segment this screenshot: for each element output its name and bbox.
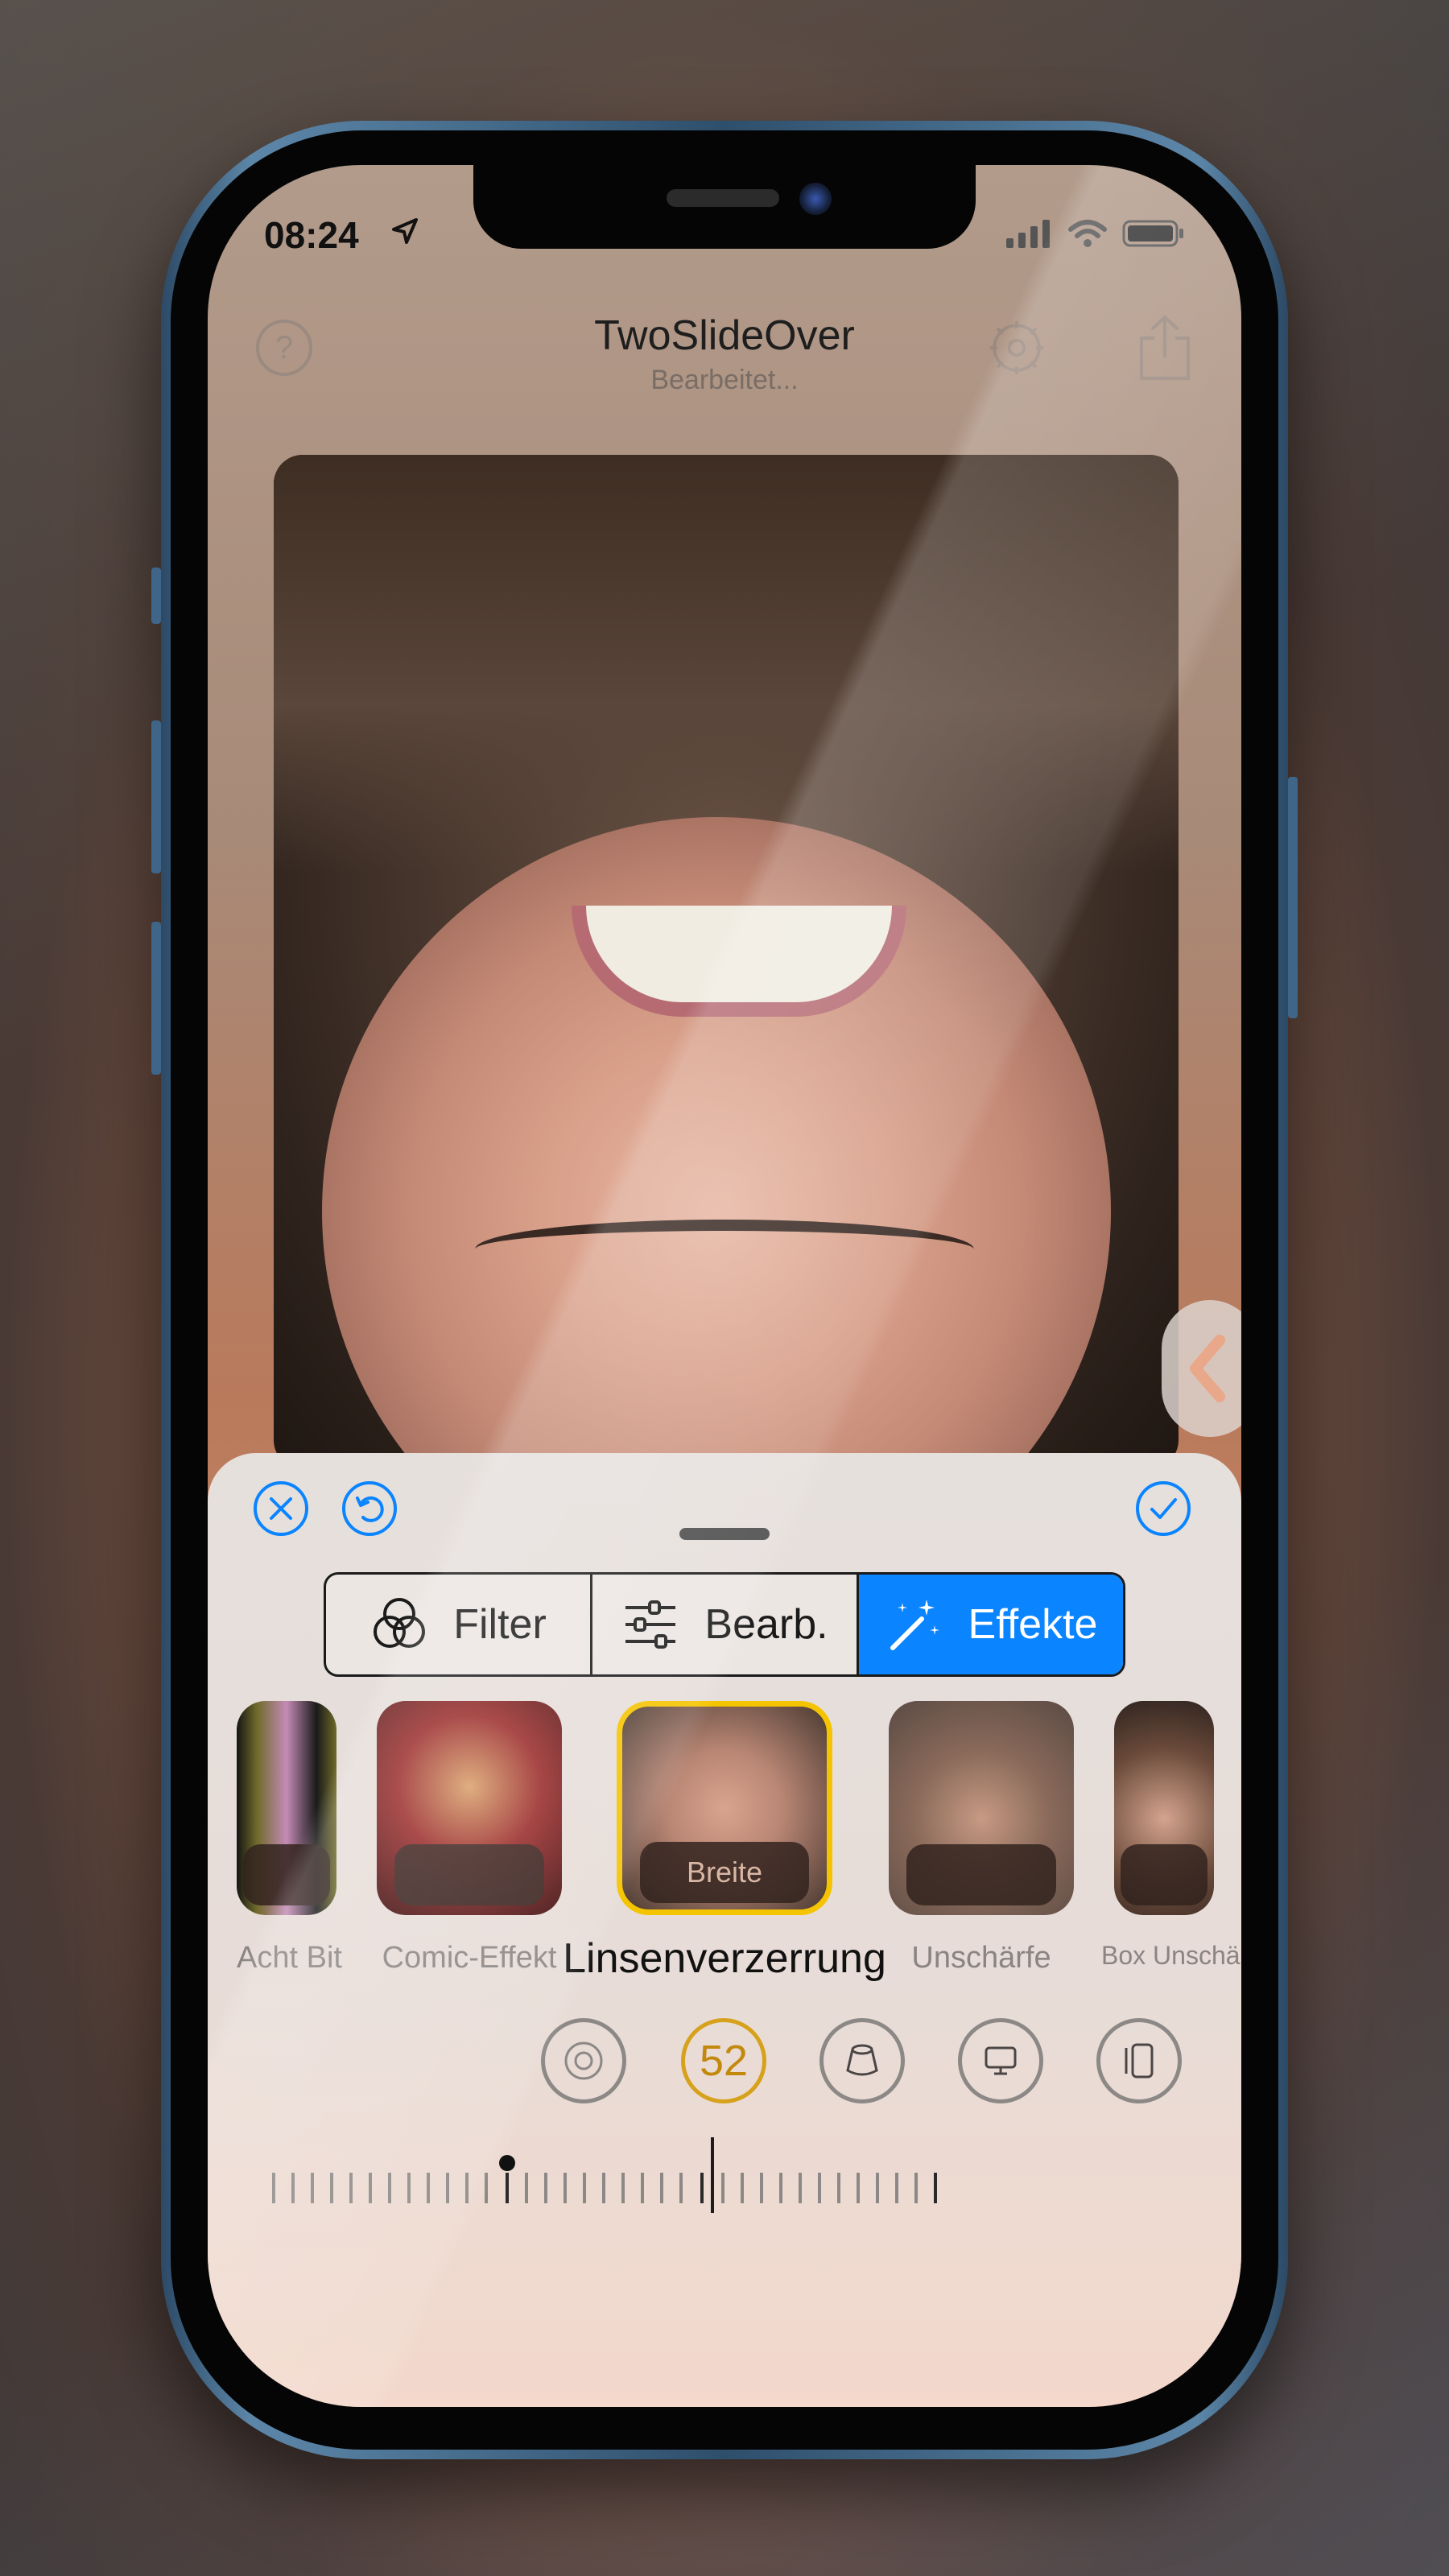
sheet-grabber[interactable] bbox=[679, 1528, 770, 1540]
close-button[interactable] bbox=[253, 1480, 309, 1537]
parameter-pill: Breite bbox=[640, 1842, 809, 1903]
effect-label: Box Unschärfe bbox=[1101, 1941, 1241, 1970]
photo-hair bbox=[274, 455, 1179, 873]
wifi-icon bbox=[1068, 220, 1107, 247]
location-arrow-icon bbox=[392, 218, 418, 244]
value-ruler[interactable] bbox=[272, 2128, 1177, 2224]
effect-label: Acht Bit bbox=[237, 1941, 342, 1975]
cellular-signal-icon bbox=[1006, 220, 1050, 248]
phone-screen: 08:24 ? TwoSlideOver Bearbeitet... Filte… bbox=[208, 165, 1241, 2407]
target-icon bbox=[564, 2041, 603, 2080]
tab-edit[interactable]: Bearb. bbox=[590, 1575, 857, 1674]
effect-thumb-comic[interactable] bbox=[377, 1701, 562, 1915]
effects-carousel: Acht Bit Comic-Effekt Breite Linsenverze… bbox=[208, 1701, 1241, 1991]
thumb-pill bbox=[243, 1844, 330, 1905]
photo-eyes bbox=[475, 1220, 974, 1279]
silent-switch bbox=[151, 568, 161, 624]
effect-label: Unschärfe bbox=[911, 1941, 1051, 1975]
tab-edit-label: Bearb. bbox=[704, 1601, 828, 1648]
share-icon bbox=[1140, 315, 1190, 380]
shape-param-button[interactable] bbox=[1096, 2018, 1182, 2103]
effect-thumb-8bit[interactable] bbox=[237, 1701, 336, 1915]
tab-effects-label: Effekte bbox=[968, 1601, 1098, 1648]
checkmark-icon bbox=[1136, 1481, 1191, 1536]
cylinder-icon bbox=[846, 2044, 878, 2076]
chevron-left-icon bbox=[1190, 1335, 1225, 1402]
undo-button[interactable] bbox=[341, 1480, 398, 1537]
display-param-button[interactable] bbox=[958, 2018, 1043, 2103]
front-camera bbox=[799, 183, 832, 215]
effect-thumb-box-blur[interactable] bbox=[1114, 1701, 1214, 1915]
refraction-param-button[interactable] bbox=[819, 2018, 905, 2103]
parameter-row: 52 bbox=[208, 2018, 1241, 2115]
display-icon bbox=[985, 2046, 1017, 2075]
power-button bbox=[1288, 777, 1298, 1018]
width-param-button[interactable]: 52 bbox=[681, 2018, 766, 2103]
status-time: 08:24 bbox=[264, 214, 359, 256]
phone-outline-icon bbox=[1125, 2043, 1154, 2079]
effect-thumb-blur[interactable] bbox=[889, 1701, 1074, 1915]
default-value-dot bbox=[499, 2155, 515, 2171]
edit-status: Bearbeitet... bbox=[650, 365, 799, 395]
mode-segmented-control: Filter Bearb. Effekte bbox=[324, 1572, 1125, 1677]
effect-label-selected: Linsenverzerrung bbox=[563, 1935, 886, 1982]
speaker-grille bbox=[667, 189, 779, 207]
center-param-button[interactable] bbox=[541, 2018, 626, 2103]
effect-thumb-lens[interactable]: Breite bbox=[617, 1701, 832, 1915]
edited-photo[interactable] bbox=[274, 455, 1179, 1469]
app-title: TwoSlideOver bbox=[594, 312, 855, 359]
effects-sheet: Filter Bearb. Effekte Acht Bit Comic-Eff… bbox=[208, 1453, 1241, 2407]
ruler-indicator bbox=[711, 2137, 714, 2213]
camera-notch bbox=[473, 165, 976, 249]
confirm-button[interactable] bbox=[1135, 1480, 1191, 1537]
volume-down-button bbox=[151, 922, 161, 1075]
close-icon bbox=[254, 1481, 308, 1536]
width-value: 52 bbox=[699, 2037, 749, 2085]
undo-icon bbox=[342, 1481, 397, 1536]
sliders-icon bbox=[625, 1600, 676, 1649]
share-button[interactable] bbox=[1135, 315, 1195, 380]
volume-up-button bbox=[151, 720, 161, 873]
tab-filter[interactable]: Filter bbox=[326, 1575, 590, 1674]
magic-wand-icon bbox=[890, 1600, 939, 1650]
tab-effects[interactable]: Effekte bbox=[857, 1575, 1123, 1674]
battery-icon bbox=[1122, 220, 1183, 247]
thumb-pill bbox=[906, 1844, 1056, 1905]
thumb-pill bbox=[394, 1844, 544, 1905]
gear-icon bbox=[989, 320, 1044, 375]
slide-over-handle[interactable] bbox=[1162, 1300, 1241, 1437]
settings-button[interactable] bbox=[987, 318, 1046, 378]
three-circles-icon bbox=[374, 1598, 426, 1648]
status-indicators bbox=[1006, 218, 1185, 249]
thumb-pill bbox=[1121, 1844, 1208, 1905]
tab-filter-label: Filter bbox=[453, 1601, 547, 1648]
